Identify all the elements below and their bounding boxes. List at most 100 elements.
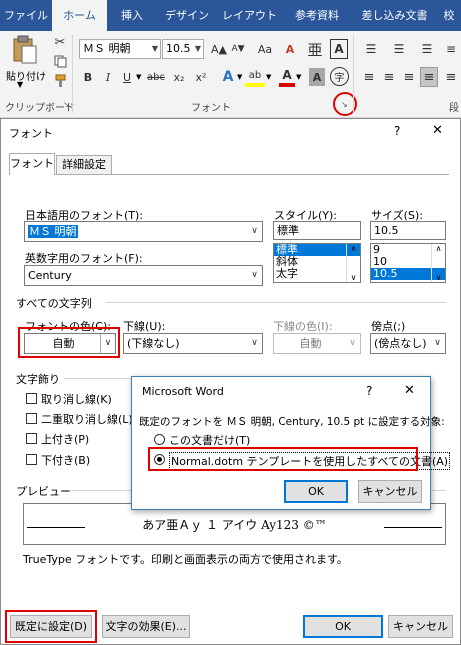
style-input[interactable]: 標準 [273, 221, 361, 240]
ribbon-font-size[interactable]: 10.5 ▼ [162, 39, 204, 59]
tab-design[interactable]: デザイン [157, 0, 217, 31]
tab-advanced[interactable]: 詳細設定 [56, 155, 112, 174]
tab-insert[interactable]: 挿入 [107, 0, 157, 31]
jp-font-select[interactable]: ＭＳ 明朝 ∨ [24, 221, 263, 242]
all-documents-highlight-box [148, 447, 418, 471]
highlight-icon[interactable]: ab [245, 67, 265, 87]
multilevel-list-icon[interactable]: ☰ [416, 40, 438, 58]
char-border-icon[interactable]: A [330, 39, 348, 59]
double-strikethrough-checkbox[interactable] [26, 413, 37, 424]
underline-dropdown-icon[interactable]: ▼ [136, 73, 141, 81]
ribbon: ファイル ホーム 挿入 デザイン レイアウト 参考資料 差し込み文書 校 貼り付… [0, 0, 461, 118]
group-separator [72, 35, 73, 113]
distributed-icon[interactable]: ≡ [442, 68, 460, 86]
section-divider [64, 378, 134, 379]
text-effects-icon[interactable]: A [219, 67, 237, 87]
subscript-label[interactable]: 下付き(B) [41, 452, 90, 468]
effects-dropdown-icon[interactable]: ▼ [237, 73, 242, 81]
shrink-font-icon[interactable]: A▼ [228, 40, 248, 58]
ribbon-tab-bar: ファイル ホーム 挿入 デザイン レイアウト 参考資料 差し込み文書 校 [0, 0, 461, 31]
chevron-down-icon: ∨ [251, 226, 258, 236]
paste-label[interactable]: 貼り付け [6, 68, 46, 83]
font-color-icon[interactable]: A [279, 67, 295, 87]
en-font-label: 英数字用のフォント(F): [25, 252, 143, 265]
dialog-ok-button[interactable]: OK [303, 615, 383, 638]
superscript-icon[interactable]: x² [192, 68, 210, 86]
en-font-select[interactable]: Century ∨ [24, 265, 263, 286]
cut-icon[interactable]: ✂ [52, 34, 68, 50]
double-strikethrough-label[interactable]: 二重取り消し線(L) [41, 411, 133, 427]
paste-dropdown-icon[interactable]: ▼ [17, 80, 23, 89]
preview-section-label: プレビュー [16, 485, 71, 498]
set-default-message-box: Microsoft Word ? ✕ 既定のフォントを ＭＳ 明朝, Centu… [131, 376, 451, 510]
underline-color-select[interactable]: 自動 ∨ [273, 333, 361, 354]
strikethrough-icon[interactable]: abc [145, 68, 167, 86]
highlight-dropdown-icon[interactable]: ▼ [266, 73, 271, 81]
all-text-section-label: すべての文字列 [16, 297, 92, 310]
clipboard-launcher-icon[interactable]: ↘ [63, 100, 70, 109]
ribbon-font-name[interactable]: ＭＳ 明朝 ▼ [79, 39, 161, 59]
msgbox-close-icon[interactable]: ✕ [404, 383, 415, 398]
help-button[interactable]: ? [394, 124, 400, 138]
chevron-down-icon: ∨ [251, 338, 258, 348]
superscript-label[interactable]: 上付き(P) [41, 431, 89, 447]
msgbox-ok-button[interactable]: OK [284, 480, 348, 503]
format-painter-icon[interactable] [52, 73, 68, 89]
dialog-cancel-button[interactable]: キャンセル [388, 615, 453, 638]
style-list[interactable]: 標準 斜体 太字 ∧ ∨ [273, 243, 361, 283]
underline-icon[interactable]: U [120, 68, 134, 86]
msgbox-title: Microsoft Word [142, 385, 224, 398]
close-icon[interactable]: ✕ [432, 123, 443, 138]
ruby-icon[interactable]: 亜 [305, 40, 325, 59]
subscript-icon[interactable]: x₂ [170, 68, 188, 86]
change-case-icon[interactable]: Aa [252, 40, 278, 58]
copy-icon[interactable] [52, 53, 68, 69]
scrollbar[interactable]: ∧ ∨ [346, 244, 360, 282]
tab-mailings[interactable]: 差し込み文書 [352, 0, 437, 31]
superscript-checkbox[interactable] [26, 433, 37, 444]
italic-icon[interactable]: I [101, 68, 115, 86]
text-effects-button[interactable]: 文字の効果(E)... [102, 615, 190, 638]
bullets-icon[interactable]: ☰ [360, 40, 382, 58]
underline-color-label: 下線の色(I): [273, 320, 333, 333]
strikethrough-checkbox[interactable] [26, 393, 37, 404]
strikethrough-label[interactable]: 取り消し線(K) [41, 391, 112, 407]
grow-font-icon[interactable]: A▲ [209, 40, 229, 58]
this-document-radio[interactable] [154, 434, 165, 445]
char-shading-icon[interactable]: A [309, 68, 325, 86]
tab-references[interactable]: 参考資料 [282, 0, 352, 31]
tab-font[interactable]: フォント [9, 153, 55, 175]
bold-icon[interactable]: B [81, 68, 95, 86]
tab-review[interactable]: 校 [437, 0, 461, 31]
align-right-icon[interactable]: ≡ [400, 68, 418, 86]
align-center-icon[interactable]: ≡ [380, 68, 398, 86]
paste-icon[interactable] [10, 35, 40, 65]
scrollbar[interactable]: ∧ ∨ [431, 244, 445, 282]
font-color-highlight-box [18, 327, 120, 358]
size-list[interactable]: 9 10 10.5 ∧ ∨ [370, 243, 446, 283]
tab-layout[interactable]: レイアウト [217, 0, 282, 31]
effects-section-label: 文字飾り [16, 373, 60, 386]
emphasis-select[interactable]: (傍点なし) ∨ [370, 333, 446, 354]
align-left-icon[interactable]: ≡ [360, 68, 378, 86]
font-color-dropdown-icon[interactable]: ▼ [296, 73, 301, 81]
underline-select[interactable]: (下線なし) ∨ [123, 333, 263, 354]
justify-icon[interactable]: ≡ [420, 67, 438, 87]
msgbox-prompt: 既定のフォントを ＭＳ 明朝, Century, 10.5 pt に設定する対象… [139, 416, 445, 428]
tab-home[interactable]: ホーム [52, 0, 107, 31]
size-input[interactable]: 10.5 [370, 221, 446, 240]
subscript-checkbox[interactable] [26, 454, 37, 465]
tab-file[interactable]: ファイル [0, 0, 52, 31]
msgbox-help-button[interactable]: ? [366, 384, 372, 398]
preview-text: あア亜Ａｙ １ アイウ Ay123 ©™ [142, 518, 327, 532]
msgbox-cancel-button[interactable]: キャンセル [358, 480, 422, 503]
numbering-icon[interactable]: ☰ [388, 40, 410, 58]
this-document-label[interactable]: この文書だけ(T) [169, 432, 250, 448]
enclose-char-icon[interactable]: 字 [330, 67, 349, 86]
paragraph-group-label: 段 [449, 103, 459, 114]
clear-formatting-icon[interactable]: A [281, 40, 299, 58]
decrease-indent-icon[interactable]: ≡ [442, 40, 460, 58]
underline-label: 下線(U): [123, 320, 166, 333]
font-group-label: フォント [191, 103, 231, 114]
group-separator [353, 35, 354, 113]
